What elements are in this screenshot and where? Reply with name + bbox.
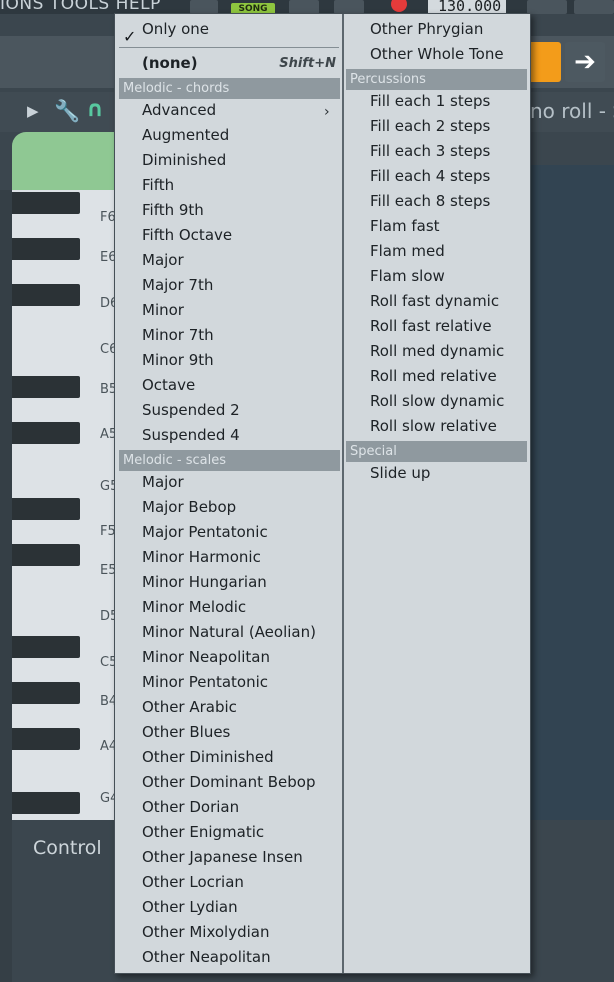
stop-button[interactable]	[334, 0, 364, 14]
chord-scale-popup-menu: ✓ Only one (none) Shift+N Melodic - chor…	[114, 13, 531, 974]
metronome-icon[interactable]	[527, 0, 567, 14]
piano-black-key[interactable]	[12, 544, 80, 566]
menu-item-scale[interactable]: Other Blues	[142, 720, 230, 745]
menu-item-scale[interactable]: Other Japanese Insen	[142, 845, 303, 870]
menu-item-scale[interactable]: Minor Neapolitan	[142, 645, 270, 670]
menu-item-scale[interactable]: Minor Pentatonic	[142, 670, 268, 695]
section-header-percussions: Percussions	[346, 69, 527, 90]
play-button[interactable]	[289, 0, 319, 14]
menu-item-percussion[interactable]: Flam slow	[370, 264, 445, 289]
menu-item-chord[interactable]: Major 7th	[142, 273, 213, 298]
cpu-meter-icon[interactable]	[574, 0, 614, 14]
menu-item-scale[interactable]: Other Locrian	[142, 870, 244, 895]
record-button[interactable]	[391, 0, 407, 12]
menu-item-chord[interactable]: Octave	[142, 373, 195, 398]
piano-black-key[interactable]	[12, 284, 80, 306]
menu-triangle-icon[interactable]: ▶	[27, 102, 39, 120]
menu-item-percussion[interactable]: Roll med relative	[370, 364, 497, 389]
menu-item-chord[interactable]: Suspended 4	[142, 423, 240, 448]
menu-item-chord[interactable]: Fifth 9th	[142, 198, 204, 223]
menu-item-percussion[interactable]: Flam fast	[370, 214, 440, 239]
menu-item-chord[interactable]: Minor 7th	[142, 323, 214, 348]
menu-item-scale[interactable]: Other Phrygian	[370, 17, 483, 42]
piano-black-key[interactable]	[12, 376, 80, 398]
menu-item-chord[interactable]: Minor	[142, 298, 184, 323]
menu-item-scale[interactable]: Minor Harmonic	[142, 545, 261, 570]
menu-item-scale[interactable]: Other Mixolydian	[142, 920, 270, 945]
wrench-icon[interactable]: 🔧	[54, 99, 80, 124]
menu-item-scale[interactable]: Other Enigmatic	[142, 820, 264, 845]
menu-item-chord[interactable]: Diminished	[142, 148, 226, 173]
menu-item-percussion[interactable]: Fill each 8 steps	[370, 189, 490, 214]
check-icon: ✓	[123, 27, 137, 46]
menu-item-percussion[interactable]: Fill each 1 steps	[370, 89, 490, 114]
arrow-right-icon[interactable]: ➔	[565, 42, 605, 82]
menu-item-scale[interactable]: Other Lydian	[142, 895, 238, 920]
menu-item-percussion[interactable]: Fill each 3 steps	[370, 139, 490, 164]
menu-item-chord[interactable]: Minor 9th	[142, 348, 214, 373]
piano-black-key[interactable]	[12, 238, 80, 260]
menu-item-none[interactable]: (none) Shift+N	[142, 51, 342, 76]
control-target-label[interactable]: Control	[33, 837, 102, 859]
menu-item-scale[interactable]: Minor Hungarian	[142, 570, 267, 595]
left-edge-strip	[0, 190, 12, 982]
menu-item-scale[interactable]: Major Bebop	[142, 495, 236, 520]
menu-item-scale[interactable]: Major	[142, 470, 184, 495]
menu-item-percussion[interactable]: Fill each 4 steps	[370, 164, 490, 189]
fl-studio-window: IONS TOOLS HELP SONG 130.000 ➔ ▶ 🔧 ∩ no …	[0, 0, 614, 982]
menu-item-percussion[interactable]: Roll slow dynamic	[370, 389, 504, 414]
section-header-chords: Melodic - chords	[119, 78, 340, 99]
menu-item-chord[interactable]: Fifth Octave	[142, 223, 232, 248]
submenu-arrow-icon: ›	[324, 104, 330, 120]
section-header-special: Special	[346, 441, 527, 462]
menu-item-percussion[interactable]: Roll slow relative	[370, 414, 497, 439]
piano-black-key[interactable]	[12, 636, 80, 658]
menu-item-chord[interactable]: Major	[142, 248, 184, 273]
piano-black-key[interactable]	[12, 498, 80, 520]
piano-black-key[interactable]	[12, 192, 80, 214]
tool-panel-tab[interactable]	[12, 132, 122, 190]
shortcut-hint: Shift+N	[279, 56, 336, 71]
menu-item-scale[interactable]: Minor Melodic	[142, 595, 246, 620]
column-divider	[342, 14, 344, 973]
top-menu-bar: IONS TOOLS HELP SONG 130.000	[0, 0, 614, 15]
menu-item-percussion[interactable]: Fill each 2 steps	[370, 114, 490, 139]
piano-black-key[interactable]	[12, 422, 80, 444]
menu-item-scale[interactable]: Other Arabic	[142, 695, 237, 720]
menu-item-scale[interactable]: Other Dominant Bebop	[142, 770, 315, 795]
menu-item-chord[interactable]: Fifth	[142, 173, 174, 198]
piano-black-key[interactable]	[12, 792, 80, 814]
tempo-display[interactable]: 130.000	[428, 0, 506, 14]
piano-roll-title: no roll - S	[530, 99, 614, 123]
typing-keyboard-icon[interactable]	[528, 42, 561, 82]
section-header-scales: Melodic - scales	[119, 450, 340, 471]
menu-item-scale[interactable]: Other Neapolitan	[142, 945, 271, 970]
menu-item-special[interactable]: Slide up	[370, 461, 430, 486]
menu-item-percussion[interactable]: Roll fast relative	[370, 314, 492, 339]
menu-separator	[119, 47, 339, 48]
magnet-icon[interactable]: ∩	[86, 97, 104, 122]
menu-item-percussion[interactable]: Flam med	[370, 239, 445, 264]
menu-item-chord[interactable]: Suspended 2	[142, 398, 240, 423]
menu-item-scale[interactable]: Other Diminished	[142, 745, 274, 770]
main-menu-fragment[interactable]: IONS TOOLS HELP	[0, 0, 161, 14]
menu-item-percussion[interactable]: Roll med dynamic	[370, 339, 504, 364]
piano-black-key[interactable]	[12, 728, 80, 750]
pattern-button[interactable]	[190, 0, 218, 14]
menu-item-scale[interactable]: Minor Natural (Aeolian)	[142, 620, 316, 645]
menu-item-scale[interactable]: Major Pentatonic	[142, 520, 268, 545]
menu-item-only-one[interactable]: Only one	[142, 17, 209, 42]
menu-item-scale[interactable]: Other Dorian	[142, 795, 239, 820]
menu-item-scale[interactable]: Other Whole Tone	[370, 42, 504, 67]
menu-item-none-label: (none)	[142, 54, 198, 72]
menu-item-chord[interactable]: Augmented	[142, 123, 229, 148]
piano-black-key[interactable]	[12, 682, 80, 704]
menu-item-percussion[interactable]: Roll fast dynamic	[370, 289, 499, 314]
menu-item-chord[interactable]: Advanced	[142, 98, 216, 123]
